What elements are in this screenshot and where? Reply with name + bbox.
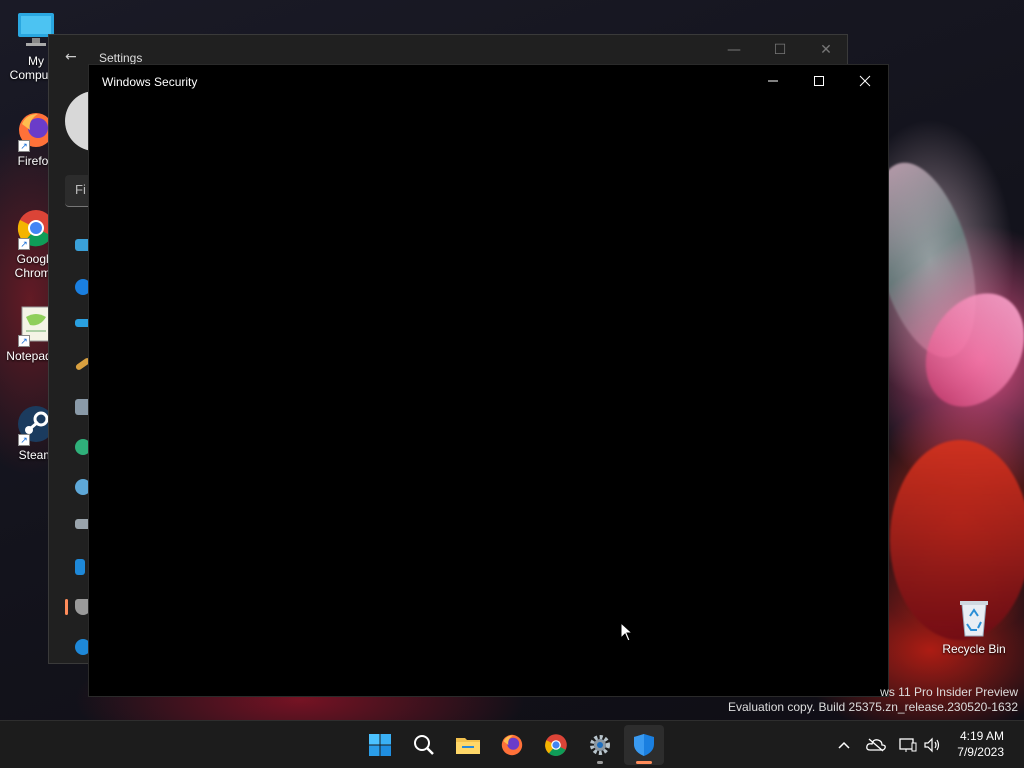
network-icon[interactable] <box>898 735 918 755</box>
taskbar-chrome[interactable] <box>536 725 576 765</box>
desktop-icon-recycle-bin[interactable]: Recycle Bin <box>938 598 1010 656</box>
clock-time: 4:19 AM <box>959 729 1004 743</box>
recycle-bin-icon <box>954 598 994 638</box>
gear-icon <box>590 735 610 755</box>
settings-maximize-button[interactable]: ☐ <box>757 35 803 65</box>
shortcut-arrow-icon: ↗ <box>18 140 30 152</box>
windows-security-window[interactable]: Windows Security <box>88 64 889 697</box>
accessibility-icon[interactable] <box>75 559 85 575</box>
shield-icon <box>634 734 654 756</box>
active-nav-marker <box>65 599 68 615</box>
active-indicator <box>636 761 652 764</box>
security-minimize-button[interactable] <box>750 65 796 97</box>
settings-close-button[interactable]: ✕ <box>803 35 849 65</box>
running-indicator <box>597 761 603 764</box>
volume-icon[interactable] <box>922 735 942 755</box>
clock-date: 7/9/2023 <box>957 745 1004 759</box>
shortcut-arrow-icon: ↗ <box>18 238 30 250</box>
maximize-icon <box>814 76 824 86</box>
firefox-icon <box>501 734 523 756</box>
back-arrow-icon[interactable]: ← <box>65 49 77 65</box>
shortcut-arrow-icon: ↗ <box>18 434 30 446</box>
desktop-icon-label: Recycle Bin <box>942 642 1006 656</box>
start-button[interactable] <box>360 725 400 765</box>
close-icon <box>859 75 871 87</box>
system-clock[interactable]: 4:19 AM 7/9/2023 <box>957 728 1004 760</box>
folder-icon <box>456 738 480 754</box>
shortcut-arrow-icon: ↗ <box>18 335 30 347</box>
mouse-cursor-icon <box>620 621 634 646</box>
taskbar-firefox[interactable] <box>492 725 532 765</box>
watermark-edition: ws 11 Pro Insider Preview <box>880 685 1018 699</box>
watermark-build: Evaluation copy. Build 25375.zn_release.… <box>728 700 1018 714</box>
chrome-icon <box>545 734 567 757</box>
taskbar: 4:19 AM 7/9/2023 <box>0 720 1024 768</box>
onedrive-offline-icon[interactable] <box>866 735 886 755</box>
windows-logo-icon <box>369 734 391 756</box>
show-hidden-icons-chevron-icon[interactable] <box>834 735 854 755</box>
minimize-icon <box>768 80 778 82</box>
taskbar-settings[interactable] <box>580 725 620 765</box>
security-maximize-button[interactable] <box>796 65 842 97</box>
settings-window-title: Settings <box>99 51 143 65</box>
settings-minimize-button[interactable]: — <box>711 35 757 65</box>
taskbar-windows-security[interactable] <box>624 725 664 765</box>
security-close-button[interactable] <box>842 65 888 97</box>
search-button[interactable] <box>404 725 444 765</box>
security-window-title: Windows Security <box>102 75 198 89</box>
search-icon <box>414 735 434 755</box>
taskbar-file-explorer[interactable] <box>448 725 488 765</box>
